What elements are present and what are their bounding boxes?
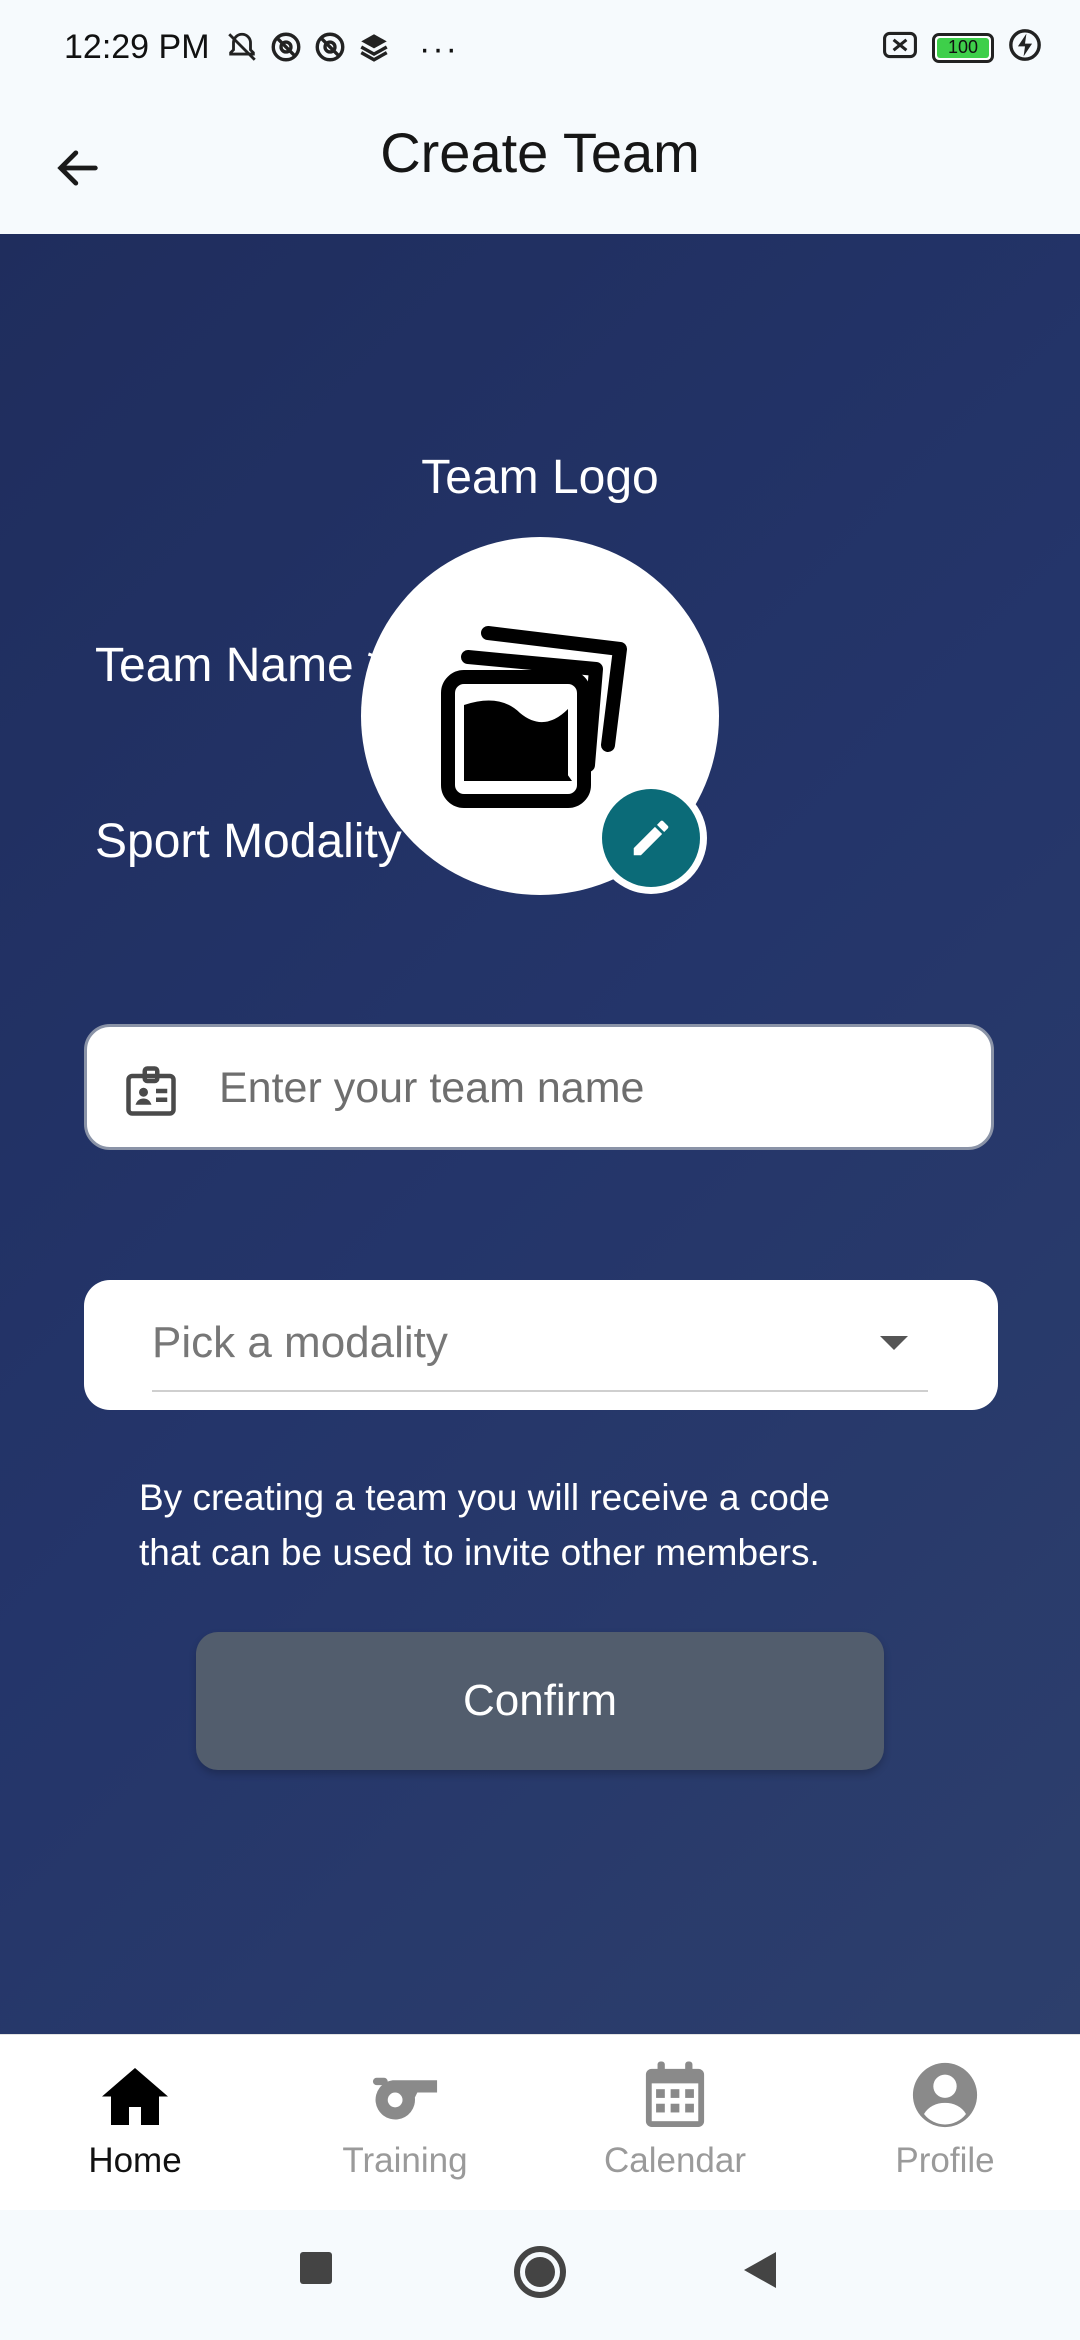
select-underline (152, 1390, 928, 1392)
battery-icon: 100 (932, 32, 994, 63)
nav-item-training[interactable]: Training (270, 2035, 540, 2211)
close-box-icon (882, 30, 918, 65)
team-logo-label: Team Logo (421, 451, 659, 504)
at-icon (313, 30, 347, 69)
circle-icon (514, 2246, 566, 2298)
layers-icon (357, 30, 391, 69)
nav-label-calendar: Calendar (603, 2141, 747, 2180)
team-name-input[interactable] (217, 1047, 961, 1129)
profile-icon (910, 2059, 980, 2131)
nav-label-home: Home (88, 2141, 182, 2180)
back-system-button[interactable] (740, 2248, 780, 2292)
info-line-1: By creating a team you will receive a co… (139, 1477, 831, 1518)
at-icon (269, 30, 303, 69)
whistle-icon (368, 2059, 442, 2131)
team-name-field[interactable] (84, 1024, 994, 1150)
bottom-navigation: Home Training Calendar Profile (0, 2034, 1080, 2212)
system-navigation (0, 2210, 1080, 2340)
app-bar: Create Team (0, 98, 1080, 234)
info-line-2: that can be used to invite other members… (139, 1532, 820, 1573)
recents-button[interactable] (296, 2248, 336, 2288)
id-badge-icon (126, 1066, 176, 1116)
image-placeholder-icon (441, 626, 627, 808)
edit-button-circle (602, 789, 700, 887)
dropdown-arrow-icon (880, 1336, 908, 1350)
status-notification-icons: ··· (225, 30, 459, 69)
nav-label-training: Training (342, 2141, 468, 2180)
calendar-icon (643, 2059, 707, 2131)
nav-item-home[interactable]: Home (0, 2035, 270, 2211)
mute-icon (225, 30, 259, 69)
status-time: 12:29 PM (64, 28, 210, 66)
home-icon (98, 2059, 172, 2131)
create-team-form: Team Logo Team Name * Sport Modality * P… (0, 234, 1080, 2034)
square-icon (300, 2252, 332, 2284)
status-system-icons: 100 (882, 28, 1042, 67)
nav-label-profile: Profile (895, 2141, 995, 2180)
nav-item-profile[interactable]: Profile (810, 2035, 1080, 2211)
sport-modality-label: Sport Modality * (95, 815, 434, 868)
edit-logo-button[interactable] (595, 782, 707, 894)
status-bar: 12:29 PM ··· 100 (0, 0, 1080, 98)
more-dots: ··· (419, 30, 459, 68)
battery-level: 100 (937, 37, 989, 58)
charging-icon (1008, 28, 1042, 67)
nav-item-calendar[interactable]: Calendar (540, 2035, 810, 2211)
page-title: Create Team (380, 121, 700, 184)
pencil-icon (633, 820, 669, 856)
triangle-back-icon (744, 2252, 776, 2288)
home-system-button[interactable] (512, 2244, 568, 2300)
confirm-button[interactable]: Confirm (196, 1632, 884, 1770)
team-name-label: Team Name * (95, 639, 386, 692)
sport-modality-placeholder: Pick a modality (152, 1318, 448, 1367)
sport-modality-select[interactable]: Pick a modality (84, 1280, 998, 1410)
info-text: By creating a team you will receive a co… (139, 1470, 959, 1580)
